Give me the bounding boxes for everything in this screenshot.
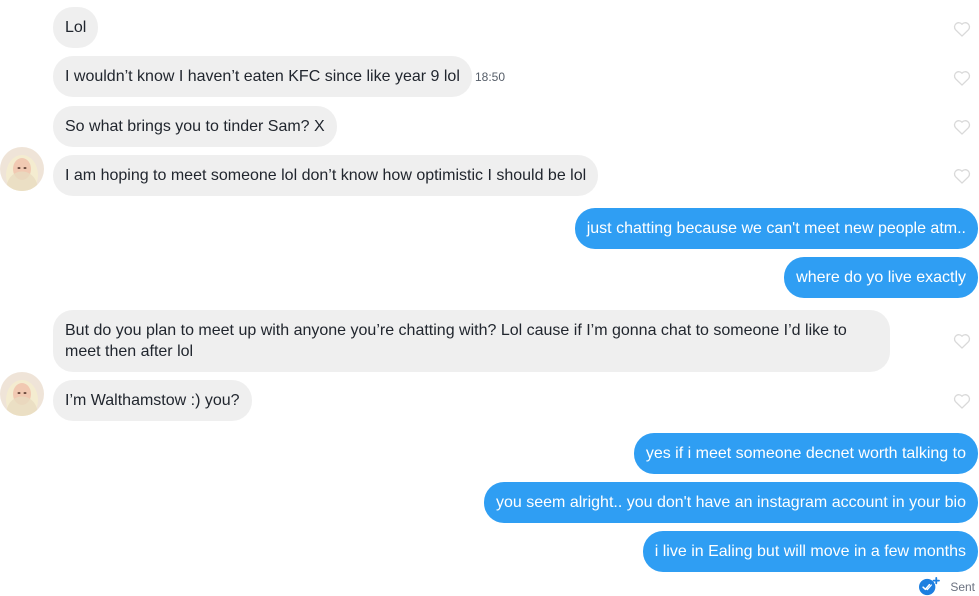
- heart-outline-icon[interactable]: [952, 117, 972, 137]
- match-avatar[interactable]: [0, 372, 44, 416]
- heart-outline-icon[interactable]: [952, 68, 972, 88]
- heart-outline-icon[interactable]: [952, 19, 972, 39]
- sent-label: Sent: [950, 580, 975, 594]
- chat-thread: Lol I wouldn’t know I haven’t eaten KFC …: [0, 0, 979, 596]
- sent-status: Sent: [918, 577, 975, 596]
- incoming-message[interactable]: So what brings you to tinder Sam? X: [53, 106, 337, 147]
- incoming-message[interactable]: Lol: [53, 7, 99, 48]
- incoming-message[interactable]: I’m Walthamstow :) you?: [53, 380, 252, 421]
- outgoing-message[interactable]: you seem alright.. you don't have an ins…: [484, 482, 978, 523]
- heart-outline-icon[interactable]: [952, 331, 972, 351]
- heart-outline-icon[interactable]: [952, 391, 972, 411]
- outgoing-message[interactable]: i live in Ealing but will move in a few …: [642, 531, 978, 572]
- outgoing-message[interactable]: yes if i meet someone decnet worth talki…: [633, 433, 978, 474]
- outgoing-message[interactable]: where do yo live exactly: [784, 257, 978, 298]
- message-timestamp: 18:50: [475, 70, 506, 84]
- incoming-message[interactable]: But do you plan to meet up with anyone y…: [53, 310, 890, 372]
- heart-outline-icon[interactable]: [952, 166, 972, 186]
- incoming-message[interactable]: I am hoping to meet someone lol don’t kn…: [53, 155, 599, 196]
- double-check-icon: [919, 577, 941, 596]
- match-avatar[interactable]: [0, 147, 44, 191]
- outgoing-message[interactable]: just chatting because we can't meet new …: [574, 208, 978, 249]
- incoming-message[interactable]: I wouldn’t know I haven’t eaten KFC sinc…: [53, 56, 472, 97]
